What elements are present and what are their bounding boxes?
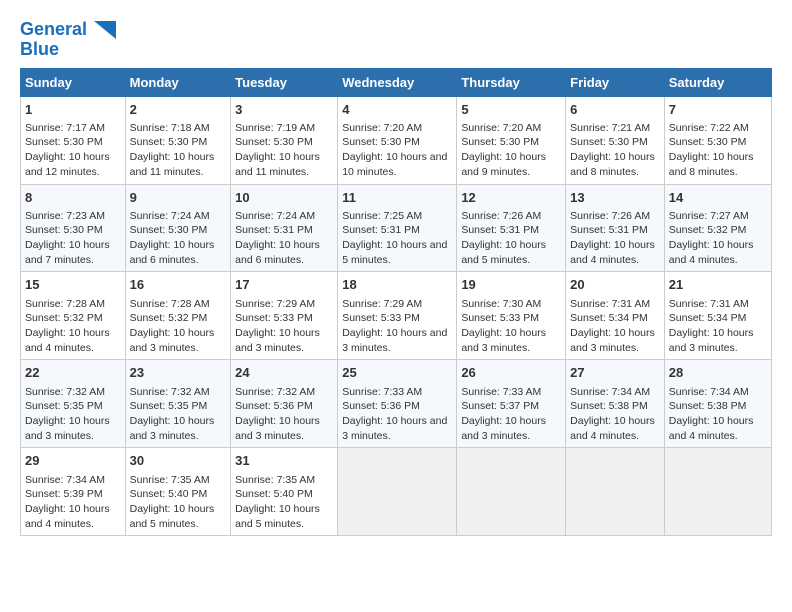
day-number: 10 bbox=[235, 189, 333, 207]
day-number: 28 bbox=[669, 364, 767, 382]
day-number: 25 bbox=[342, 364, 452, 382]
logo: General Blue bbox=[20, 20, 116, 60]
day-number: 23 bbox=[130, 364, 227, 382]
calendar-week-row: 15Sunrise: 7:28 AMSunset: 5:32 PMDayligh… bbox=[21, 272, 772, 360]
day-number: 5 bbox=[461, 101, 561, 119]
calendar-cell: 22Sunrise: 7:32 AMSunset: 5:35 PMDayligh… bbox=[21, 360, 126, 448]
calendar-cell: 8Sunrise: 7:23 AMSunset: 5:30 PMDaylight… bbox=[21, 184, 126, 272]
calendar-cell: 31Sunrise: 7:35 AMSunset: 5:40 PMDayligh… bbox=[231, 448, 338, 536]
page-header: General Blue bbox=[20, 20, 772, 60]
calendar-week-row: 1Sunrise: 7:17 AMSunset: 5:30 PMDaylight… bbox=[21, 96, 772, 184]
day-number: 26 bbox=[461, 364, 561, 382]
header-wednesday: Wednesday bbox=[338, 68, 457, 96]
calendar-cell: 4Sunrise: 7:20 AMSunset: 5:30 PMDaylight… bbox=[338, 96, 457, 184]
calendar-cell: 20Sunrise: 7:31 AMSunset: 5:34 PMDayligh… bbox=[566, 272, 665, 360]
day-number: 30 bbox=[130, 452, 227, 470]
day-number: 24 bbox=[235, 364, 333, 382]
calendar-cell: 28Sunrise: 7:34 AMSunset: 5:38 PMDayligh… bbox=[664, 360, 771, 448]
day-number: 13 bbox=[570, 189, 660, 207]
logo-general: General bbox=[20, 19, 87, 39]
day-number: 7 bbox=[669, 101, 767, 119]
calendar-cell: 27Sunrise: 7:34 AMSunset: 5:38 PMDayligh… bbox=[566, 360, 665, 448]
header-tuesday: Tuesday bbox=[231, 68, 338, 96]
calendar-cell bbox=[338, 448, 457, 536]
calendar-cell: 19Sunrise: 7:30 AMSunset: 5:33 PMDayligh… bbox=[457, 272, 566, 360]
day-number: 3 bbox=[235, 101, 333, 119]
calendar-cell: 24Sunrise: 7:32 AMSunset: 5:36 PMDayligh… bbox=[231, 360, 338, 448]
calendar-header-row: SundayMondayTuesdayWednesdayThursdayFrid… bbox=[21, 68, 772, 96]
calendar-cell: 12Sunrise: 7:26 AMSunset: 5:31 PMDayligh… bbox=[457, 184, 566, 272]
calendar-cell: 15Sunrise: 7:28 AMSunset: 5:32 PMDayligh… bbox=[21, 272, 126, 360]
calendar-cell: 16Sunrise: 7:28 AMSunset: 5:32 PMDayligh… bbox=[125, 272, 231, 360]
calendar-cell: 25Sunrise: 7:33 AMSunset: 5:36 PMDayligh… bbox=[338, 360, 457, 448]
calendar-cell: 23Sunrise: 7:32 AMSunset: 5:35 PMDayligh… bbox=[125, 360, 231, 448]
calendar-week-row: 8Sunrise: 7:23 AMSunset: 5:30 PMDaylight… bbox=[21, 184, 772, 272]
calendar-cell bbox=[457, 448, 566, 536]
calendar-cell: 30Sunrise: 7:35 AMSunset: 5:40 PMDayligh… bbox=[125, 448, 231, 536]
day-number: 27 bbox=[570, 364, 660, 382]
calendar-cell: 29Sunrise: 7:34 AMSunset: 5:39 PMDayligh… bbox=[21, 448, 126, 536]
calendar-cell: 6Sunrise: 7:21 AMSunset: 5:30 PMDaylight… bbox=[566, 96, 665, 184]
calendar-cell: 14Sunrise: 7:27 AMSunset: 5:32 PMDayligh… bbox=[664, 184, 771, 272]
calendar-week-row: 22Sunrise: 7:32 AMSunset: 5:35 PMDayligh… bbox=[21, 360, 772, 448]
header-saturday: Saturday bbox=[664, 68, 771, 96]
day-number: 18 bbox=[342, 276, 452, 294]
day-number: 15 bbox=[25, 276, 121, 294]
day-number: 19 bbox=[461, 276, 561, 294]
calendar-cell: 10Sunrise: 7:24 AMSunset: 5:31 PMDayligh… bbox=[231, 184, 338, 272]
calendar-cell: 13Sunrise: 7:26 AMSunset: 5:31 PMDayligh… bbox=[566, 184, 665, 272]
calendar-cell: 1Sunrise: 7:17 AMSunset: 5:30 PMDaylight… bbox=[21, 96, 126, 184]
header-thursday: Thursday bbox=[457, 68, 566, 96]
day-number: 8 bbox=[25, 189, 121, 207]
calendar-cell: 18Sunrise: 7:29 AMSunset: 5:33 PMDayligh… bbox=[338, 272, 457, 360]
day-number: 6 bbox=[570, 101, 660, 119]
day-number: 9 bbox=[130, 189, 227, 207]
calendar-cell: 3Sunrise: 7:19 AMSunset: 5:30 PMDaylight… bbox=[231, 96, 338, 184]
day-number: 31 bbox=[235, 452, 333, 470]
calendar-cell: 26Sunrise: 7:33 AMSunset: 5:37 PMDayligh… bbox=[457, 360, 566, 448]
calendar-cell: 5Sunrise: 7:20 AMSunset: 5:30 PMDaylight… bbox=[457, 96, 566, 184]
calendar-cell bbox=[566, 448, 665, 536]
header-monday: Monday bbox=[125, 68, 231, 96]
day-number: 12 bbox=[461, 189, 561, 207]
day-number: 14 bbox=[669, 189, 767, 207]
day-number: 17 bbox=[235, 276, 333, 294]
day-number: 11 bbox=[342, 189, 452, 207]
day-number: 16 bbox=[130, 276, 227, 294]
logo-blue: Blue bbox=[20, 40, 59, 60]
day-number: 4 bbox=[342, 101, 452, 119]
calendar-week-row: 29Sunrise: 7:34 AMSunset: 5:39 PMDayligh… bbox=[21, 448, 772, 536]
calendar-cell: 11Sunrise: 7:25 AMSunset: 5:31 PMDayligh… bbox=[338, 184, 457, 272]
header-sunday: Sunday bbox=[21, 68, 126, 96]
day-number: 21 bbox=[669, 276, 767, 294]
calendar-cell: 17Sunrise: 7:29 AMSunset: 5:33 PMDayligh… bbox=[231, 272, 338, 360]
day-number: 29 bbox=[25, 452, 121, 470]
day-number: 2 bbox=[130, 101, 227, 119]
calendar-cell: 21Sunrise: 7:31 AMSunset: 5:34 PMDayligh… bbox=[664, 272, 771, 360]
calendar-table: SundayMondayTuesdayWednesdayThursdayFrid… bbox=[20, 68, 772, 537]
calendar-cell bbox=[664, 448, 771, 536]
calendar-cell: 9Sunrise: 7:24 AMSunset: 5:30 PMDaylight… bbox=[125, 184, 231, 272]
logo-chevron-icon bbox=[94, 21, 116, 39]
day-number: 22 bbox=[25, 364, 121, 382]
header-friday: Friday bbox=[566, 68, 665, 96]
calendar-cell: 7Sunrise: 7:22 AMSunset: 5:30 PMDaylight… bbox=[664, 96, 771, 184]
day-number: 20 bbox=[570, 276, 660, 294]
calendar-cell: 2Sunrise: 7:18 AMSunset: 5:30 PMDaylight… bbox=[125, 96, 231, 184]
day-number: 1 bbox=[25, 101, 121, 119]
